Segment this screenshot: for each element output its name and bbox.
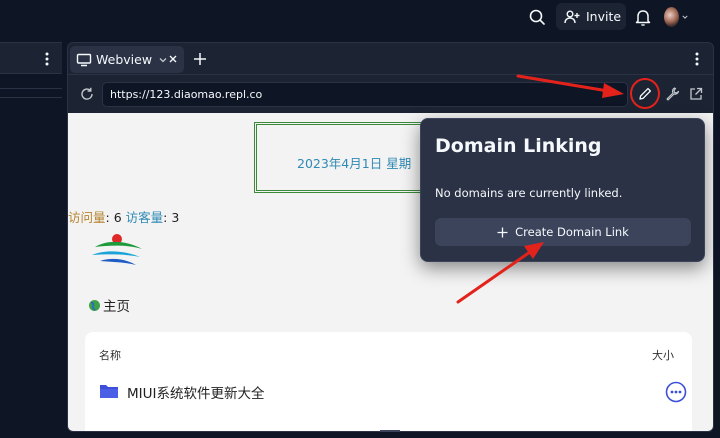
home-label: 主页 xyxy=(103,299,130,315)
avatar-image xyxy=(664,7,679,27)
wrench-icon[interactable] xyxy=(664,86,680,102)
column-header-size: 大小 xyxy=(652,349,674,362)
visit-stats: 访问量: 6 访客量: 3 xyxy=(68,207,179,226)
person-add-icon xyxy=(564,10,580,23)
avatar[interactable] xyxy=(664,6,688,28)
plus-icon xyxy=(497,227,508,237)
workspace: Invite Webview https://123.diaomao.repl.… xyxy=(0,0,720,438)
column-header-name: 名称 xyxy=(99,349,121,362)
url-bar: https://123.diaomao.repl.co xyxy=(68,76,713,113)
visits-label: 访问量 xyxy=(68,210,106,225)
invite-button[interactable]: Invite xyxy=(556,3,626,30)
create-domain-link-label: Create Domain Link xyxy=(515,225,629,239)
popover-title: Domain Linking xyxy=(435,135,602,157)
tab-bar: Webview xyxy=(68,43,713,75)
invite-label: Invite xyxy=(586,9,622,24)
popover-message: No domains are currently linked. xyxy=(435,186,623,200)
kebab-icon[interactable] xyxy=(690,50,704,68)
visitors-value: : 3 xyxy=(163,210,180,225)
site-logo xyxy=(92,234,142,265)
globe-icon xyxy=(89,299,100,311)
url-input[interactable]: https://123.diaomao.repl.co xyxy=(102,82,628,107)
create-domain-link-button[interactable]: Create Domain Link xyxy=(435,218,691,246)
left-pane xyxy=(0,42,62,438)
row-label: MIUI系统软件更新大全 xyxy=(127,386,265,402)
bell-icon[interactable] xyxy=(632,6,654,28)
search-icon[interactable] xyxy=(526,6,548,28)
file-table: 名称 大小 MIUI系统软件更新大全 xyxy=(85,332,692,431)
plus-icon[interactable] xyxy=(192,51,208,67)
table-row[interactable]: MIUI系统软件更新大全 xyxy=(99,381,687,405)
date-text: 2023年4月1日 星期 xyxy=(297,156,412,171)
close-icon[interactable] xyxy=(166,52,180,66)
tab-webview[interactable]: Webview xyxy=(70,46,184,73)
top-bar: Invite xyxy=(0,0,720,34)
chevron-down-icon xyxy=(682,15,688,19)
divider xyxy=(0,88,62,89)
home-link[interactable]: 主页 xyxy=(88,295,130,315)
resize-handle[interactable] xyxy=(380,430,400,432)
monitor-icon xyxy=(76,53,92,66)
folder-icon xyxy=(100,385,118,398)
annotation-circle xyxy=(630,78,660,109)
divider xyxy=(0,97,62,98)
kebab-icon[interactable] xyxy=(40,50,54,68)
visitors-label: 访客量 xyxy=(125,210,164,225)
reload-icon[interactable] xyxy=(80,87,94,101)
external-link-icon[interactable] xyxy=(688,86,704,102)
tab-label: Webview xyxy=(96,52,153,67)
left-pane-header xyxy=(0,42,62,74)
domain-linking-popover: Domain Linking No domains are currently … xyxy=(420,118,705,262)
more-icon[interactable] xyxy=(665,381,687,403)
visits-value: : 6 xyxy=(105,210,122,225)
